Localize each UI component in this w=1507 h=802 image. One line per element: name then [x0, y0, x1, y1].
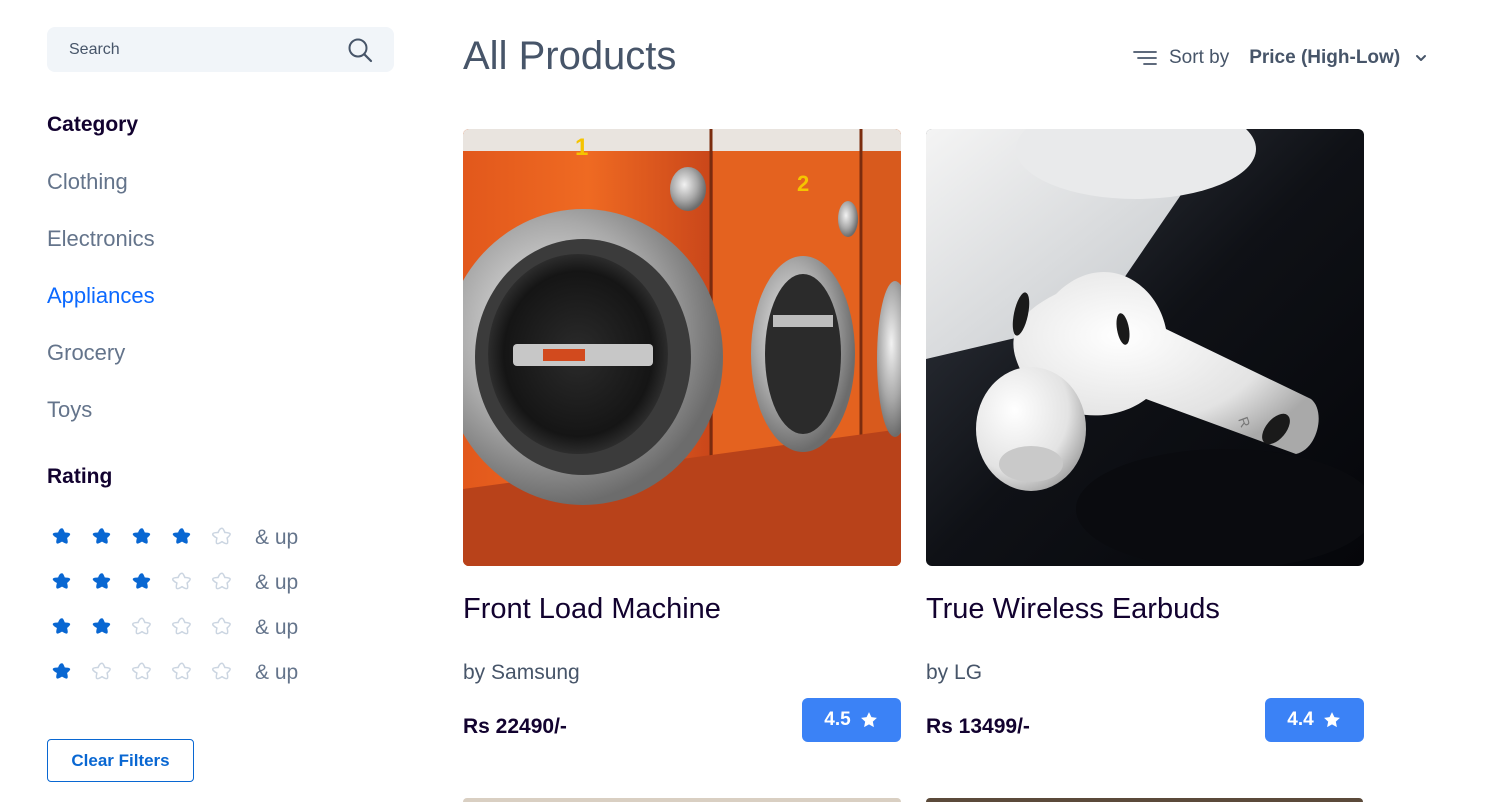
and-up-label: & up [255, 570, 299, 594]
rating-value: 4.5 [824, 709, 851, 730]
sort-dropdown[interactable]: Price (High-Low) [1249, 47, 1428, 69]
product-card[interactable]: R True Wireless Earbuds by LG Rs 13499/-… [926, 129, 1364, 742]
search-input[interactable] [69, 40, 319, 59]
star-filled-icon [87, 615, 127, 641]
star-empty-icon [127, 615, 167, 641]
star-icon [860, 712, 877, 728]
clear-filters-button[interactable]: Clear Filters [47, 739, 194, 782]
star-filled-icon [47, 570, 87, 596]
star-filled-icon [47, 615, 87, 641]
category-item-toys[interactable]: Toys [47, 395, 155, 452]
category-list: Clothing Electronics Appliances Grocery … [47, 167, 155, 452]
star-filled-icon [87, 525, 127, 551]
svg-text:1: 1 [575, 134, 588, 161]
star-empty-icon [167, 570, 207, 596]
category-item-grocery[interactable]: Grocery [47, 338, 155, 395]
product-card[interactable]: 1 2 Front Load Machine by Samsung Rs 224… [463, 129, 901, 742]
rating-badge: 4.5 [802, 698, 901, 742]
star-empty-icon [207, 525, 247, 551]
rating-filter-list: & up & up & up & up [47, 515, 298, 695]
star-icon [1323, 712, 1340, 728]
rating-filter-row[interactable]: & up [47, 560, 298, 605]
and-up-label: & up [255, 660, 299, 684]
star-filled-icon [127, 570, 167, 596]
star-empty-icon [207, 615, 247, 641]
category-item-electronics[interactable]: Electronics [47, 224, 155, 281]
search-icon[interactable] [346, 36, 374, 64]
star-filled-icon [47, 525, 87, 551]
and-up-label: & up [255, 525, 299, 549]
star-filled-icon [167, 525, 207, 551]
product-price: Rs 22490/- [463, 715, 567, 738]
star-empty-icon [167, 615, 207, 641]
product-title[interactable]: True Wireless Earbuds [926, 593, 1220, 626]
product-title[interactable]: Front Load Machine [463, 593, 721, 626]
product-brand: by LG [926, 661, 983, 684]
star-empty-icon [207, 660, 247, 686]
page-title: All Products [463, 34, 677, 78]
product-price: Rs 13499/- [926, 715, 1030, 738]
product-image-earbuds[interactable]: R [926, 129, 1364, 566]
star-filled-icon [127, 525, 167, 551]
category-item-appliances[interactable]: Appliances [47, 281, 155, 338]
and-up-label: & up [255, 615, 299, 639]
star-empty-icon [87, 660, 127, 686]
star-filled-icon [47, 660, 87, 686]
rating-filter-row[interactable]: & up [47, 650, 298, 695]
product-brand: by Samsung [463, 661, 580, 684]
filters-sidebar: Category Clothing Electronics Appliances… [47, 27, 394, 782]
rating-badge: 4.4 [1265, 698, 1364, 742]
star-empty-icon [167, 660, 207, 686]
star-empty-icon [207, 570, 247, 596]
product-image-washing-machines[interactable]: 1 2 [463, 129, 901, 566]
rating-filter-row[interactable]: & up [47, 605, 298, 650]
chevron-down-icon [1416, 55, 1427, 61]
rating-heading: Rating [47, 465, 113, 488]
search-box [47, 27, 394, 72]
star-empty-icon [127, 660, 167, 686]
sort-control: Sort by Price (High-Low) [1133, 44, 1428, 72]
rating-filter-row[interactable]: & up [47, 515, 298, 560]
category-heading: Category [47, 113, 139, 136]
sort-value: Price (High-Low) [1249, 47, 1401, 68]
star-filled-icon [87, 570, 127, 596]
svg-text:2: 2 [797, 171, 809, 196]
category-item-clothing[interactable]: Clothing [47, 167, 155, 224]
product-card-next-row [926, 798, 1363, 802]
rating-value: 4.4 [1287, 709, 1314, 730]
product-card-next-row [463, 798, 901, 802]
sort-lines-icon [1133, 51, 1157, 65]
sort-label: Sort by [1169, 47, 1230, 68]
